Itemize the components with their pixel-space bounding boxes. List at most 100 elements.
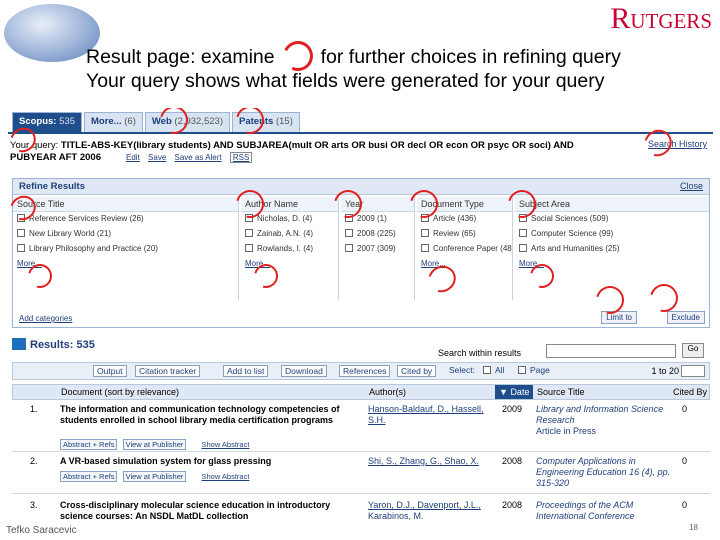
row-title[interactable]: A VR-based simulation system for glass p… [60,456,360,467]
select-page-option[interactable]: Page [518,365,550,375]
citation-tracker-button[interactable]: Citation tracker [135,365,201,377]
facet-option[interactable]: Social Sciences (509) [515,212,709,227]
facet-option-label: Conference Paper (48) [433,244,512,253]
view-at-publisher-button[interactable]: View at Publisher [122,439,187,450]
checkbox[interactable] [421,229,429,237]
save-link[interactable]: Save [148,153,166,162]
column-date-label: Date [510,387,530,397]
add-to-list-button[interactable]: Add to list [223,365,269,377]
facet-option[interactable]: Reference Services Review (26) [13,212,238,227]
row-number: 1. [30,404,38,414]
facet-option[interactable]: New Library World (21) [13,227,238,242]
row-year: 2008 [502,456,523,466]
query-actions: Edit Save Save as Alert RSS [126,152,258,163]
row-cited: 0 [682,456,688,466]
download-button[interactable]: Download [281,365,327,377]
abstract-refs-button[interactable]: Abstract + Refs [60,439,118,450]
checkbox[interactable] [245,229,253,237]
rutgers-logo: Rutgers [610,2,712,35]
facet-option[interactable]: Arts and Humanities (25) [515,242,709,257]
facet-title: Source Title [13,197,238,212]
facet-more-link[interactable]: More... [417,257,512,270]
facet-option-label: Social Sciences (509) [531,214,609,223]
select-label: Select: [449,365,475,375]
facet-option-label: Rowlands, I. (4) [257,244,314,253]
show-abstract-link[interactable]: Show Abstract [201,440,249,449]
table-row: 2. A VR-based simulation system for glas… [12,454,710,494]
query-text-line1: TITLE-ABS-KEY(library students) AND SUBJ… [60,140,574,151]
row-title[interactable]: The information and communication techno… [60,404,360,426]
facet-option[interactable]: 2007 (309) [341,242,414,257]
facet-option-label: New Library World (21) [29,229,112,238]
view-at-publisher-button[interactable]: View at Publisher [122,471,187,482]
edit-link[interactable]: Edit [126,153,140,162]
select-all-label: All [495,365,505,375]
caption-line-1-end: for further choices in refining query [320,46,621,68]
facet-option-label: Zainab, A.N. (4) [257,229,314,238]
table-row: 1. The information and communication tec… [12,402,710,452]
row-source[interactable]: Computer Applications in Engineering Edu… [536,456,676,489]
checkbox[interactable] [245,244,253,252]
row-source[interactable]: Proceedings of the ACM International Con… [536,500,676,520]
refine-title: Refine Results [19,181,85,192]
tab-more[interactable]: More... (6) [83,112,143,132]
facet-option[interactable]: 2008 (225) [341,227,414,242]
refine-close-link[interactable]: Close [680,181,703,191]
checkbox[interactable] [518,366,526,374]
select-all-option[interactable]: All [483,365,504,375]
checkbox[interactable] [421,244,429,252]
checkbox[interactable] [519,244,527,252]
facet-option[interactable]: Rowlands, I. (4) [241,242,338,257]
abstract-refs-button[interactable]: Abstract + Refs [60,471,118,482]
row-authors[interactable]: Shi, S., Zhang, G., Shao, X. [368,456,498,467]
facet-option[interactable]: Library Philosophy and Practice (20) [13,242,238,257]
column-authors[interactable]: Author(s) [369,387,406,397]
column-document[interactable]: Document (sort by relevance) [61,387,179,397]
row-links: Abstract + Refs View at Publisher Show A… [60,439,249,450]
facet-option-label: Nicholas, D. (4) [257,214,313,223]
caption-line-1: Result page: examine for further choices … [86,36,621,76]
search-within-input[interactable] [546,344,676,358]
page-number-input[interactable] [681,365,705,377]
references-button[interactable]: References [339,365,391,377]
row-cited: 0 [682,404,688,414]
facet-option[interactable]: Review (65) [417,227,512,242]
footer-author: Tefko Saracevic [6,525,77,536]
facet-option-label: Reference Services Review (26) [29,214,144,223]
checkbox[interactable] [519,229,527,237]
facet-option-label: Library Philosophy and Practice (20) [29,244,158,253]
row-source[interactable]: Library and Information Science Research… [536,404,676,437]
rss-button[interactable]: RSS [229,152,253,163]
show-abstract-link[interactable]: Show Abstract [201,472,249,481]
checkbox[interactable] [345,244,353,252]
facet-option-label: Review (65) [433,229,476,238]
query-text-line2: PUBYEAR AFT 2006 [10,152,101,163]
row-authors[interactable]: Yaron, D.J., Davenport, J.L., Karabinos,… [368,500,498,520]
facet-option[interactable]: Computer Science (99) [515,227,709,242]
add-categories-link[interactable]: Add categories [19,314,72,323]
checkbox[interactable] [483,366,491,374]
table-row: 3. Cross-disciplinary molecular science … [12,498,710,520]
facet-option-label: 2009 (1) [357,214,387,223]
checkbox[interactable] [17,229,25,237]
tab-patents-count: (15) [275,116,293,127]
cited-by-button[interactable]: Cited by [397,365,437,377]
checkbox[interactable] [345,229,353,237]
column-cited-by[interactable]: Cited By [673,387,707,397]
column-source[interactable]: Source Title [537,387,585,397]
search-within-go-button[interactable]: Go [682,343,704,358]
caption-line-2: Your query shows what fields were genera… [86,70,605,92]
column-date[interactable]: ▼ Date [495,385,534,399]
facet-option[interactable]: Conference Paper (48) [417,242,512,257]
exclude-button[interactable]: Exclude [666,311,705,324]
facet-option-label: Article (436) [433,214,477,223]
row-authors[interactable]: Hanson-Baldauf, D., Hassell, S.H. [368,404,498,426]
results-icon [12,338,26,350]
tab-more-label: More... [90,116,122,127]
output-button[interactable]: Output [93,365,127,377]
facet-option-label: Arts and Humanities (25) [531,244,620,253]
facet-option[interactable]: Zainab, A.N. (4) [241,227,338,242]
save-alert-link[interactable]: Save as Alert [175,153,222,162]
checkbox[interactable] [17,244,25,252]
row-title[interactable]: Cross-disciplinary molecular science edu… [60,500,360,520]
